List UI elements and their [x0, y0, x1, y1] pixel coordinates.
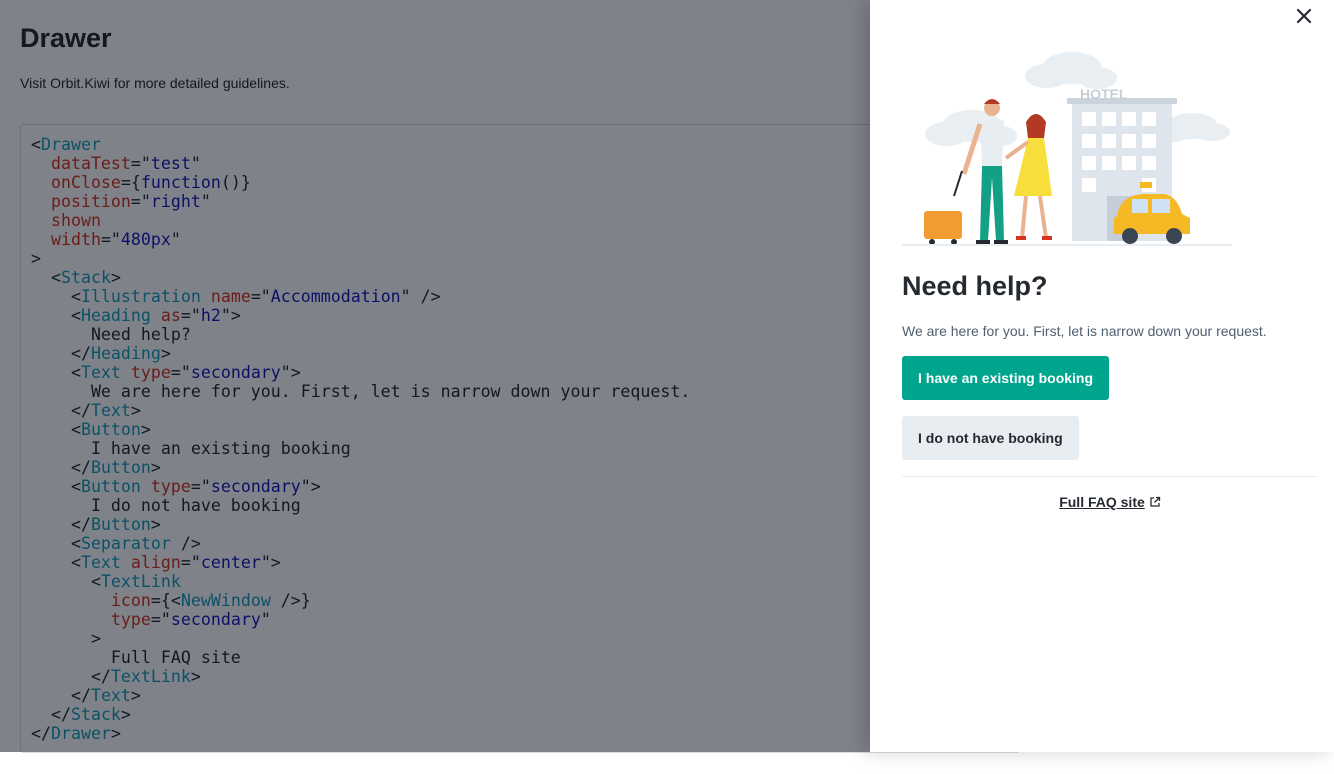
close-icon [1296, 8, 1312, 24]
drawer-heading: Need help? [902, 271, 1048, 301]
close-button[interactable] [1292, 4, 1316, 28]
faq-text: Full FAQ site [902, 494, 1318, 512]
faq-link[interactable]: Full FAQ site [1059, 494, 1161, 510]
accommodation-illustration: HOTEL [902, 52, 1232, 246]
existing-booking-button[interactable]: I have an existing booking [902, 356, 1110, 400]
drawer-text: We are here for you. First, let is narro… [902, 323, 1267, 339]
new-window-icon [1150, 496, 1160, 507]
separator [902, 476, 1318, 477]
faq-link-label: Full FAQ site [1059, 494, 1145, 510]
no-booking-button[interactable]: I do not have booking [902, 416, 1079, 460]
hotel-sign: HOTEL [1080, 86, 1128, 102]
